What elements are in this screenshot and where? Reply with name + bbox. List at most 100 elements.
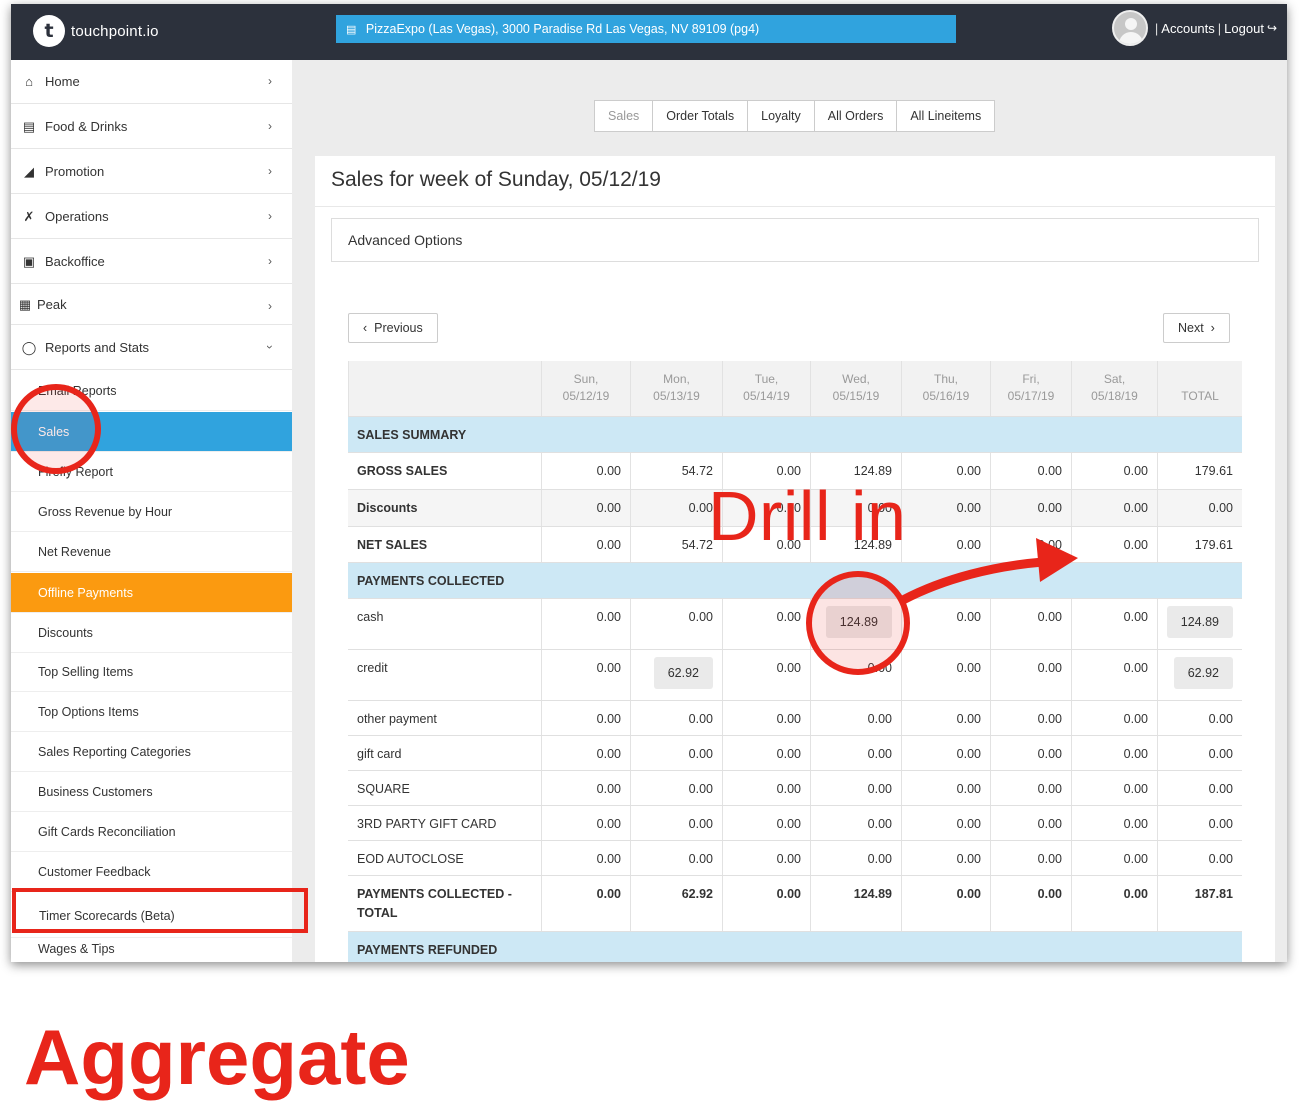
tab-sales[interactable]: Sales: [595, 101, 654, 131]
table-cell: 0.00: [541, 736, 630, 770]
table-cell: 0.00: [541, 599, 630, 649]
table-cell: 62.92: [630, 650, 722, 700]
image-icon: ▦: [18, 296, 32, 312]
table-cell: 0.00: [541, 453, 630, 489]
sidebar-item-food-drinks[interactable]: ▤ Food & Drinks ›: [11, 105, 292, 149]
drill-value-chip[interactable]: 62.92: [653, 657, 713, 689]
table-cell: 0.00: [722, 599, 810, 649]
sidebar-subitem-gift-cards-reconciliation[interactable]: Gift Cards Reconciliation: [11, 812, 292, 852]
sidebar-item-label: Operations: [45, 209, 109, 224]
table-cell: 0.00: [722, 806, 810, 840]
chevron-right-icon: ›: [268, 119, 272, 133]
table-cell: 0.00: [810, 701, 901, 735]
sidebar-item-reports[interactable]: ◯ Reports and Stats ›: [11, 326, 292, 370]
sidebar-subitem-gross-revenue-by-hour[interactable]: Gross Revenue by Hour: [11, 492, 292, 532]
table-cell: 124.89: [1157, 599, 1242, 649]
sidebar-subitem-discounts[interactable]: Discounts: [11, 613, 292, 653]
table-cell: 0.00: [990, 650, 1071, 700]
table-cell: 0.00: [810, 806, 901, 840]
sidebar-item-peak[interactable]: ▦ Peak ›: [11, 285, 292, 325]
report-tabs: Sales Order Totals Loyalty All Orders Al…: [594, 100, 996, 132]
logout-icon[interactable]: ↪: [1267, 21, 1277, 35]
table-cell: 0.00: [541, 490, 630, 526]
table-cell: 0.00: [722, 841, 810, 875]
section-label: SALES SUMMARY: [357, 428, 467, 442]
drill-value-chip[interactable]: 124.89: [1166, 606, 1233, 638]
sidebar-subitem-timer-scorecards[interactable]: Timer Scorecards (Beta): [11, 894, 292, 938]
sidebar-item-promotion[interactable]: ◢ Promotion ›: [11, 150, 292, 194]
table-cell: 0.00: [722, 701, 810, 735]
table-cell: 0.00: [901, 599, 990, 649]
table-cell: 0.00: [990, 490, 1071, 526]
tab-loyalty[interactable]: Loyalty: [748, 101, 815, 131]
location-selector[interactable]: ▤ PizzaExpo (Las Vegas), 3000 Paradise R…: [336, 15, 956, 43]
avatar[interactable]: [1111, 10, 1148, 46]
advanced-options-toggle[interactable]: Advanced Options: [331, 218, 1259, 262]
header-day: Wed,: [842, 372, 870, 386]
table-cell: 0.00: [541, 841, 630, 875]
drill-value-chip[interactable]: 62.92: [1173, 657, 1233, 689]
header-date: 05/12/19: [562, 389, 610, 403]
row-label: gift card: [357, 747, 402, 761]
sidebar-subitem-sales-reporting-categories[interactable]: Sales Reporting Categories: [11, 732, 292, 772]
sidebar-subitem-top-options-items[interactable]: Top Options Items: [11, 692, 292, 732]
header-day: Tue,: [754, 372, 779, 386]
header-date: 05/16/19: [922, 389, 970, 403]
header-day: Fri,: [1022, 372, 1040, 386]
sidebar-subitem-net-revenue[interactable]: Net Revenue: [11, 532, 292, 572]
table-cell: 0.00: [630, 771, 722, 805]
table-cell: 0.00: [901, 650, 990, 700]
header-day: Mon,: [663, 372, 690, 386]
logo[interactable]: t touchpoint.io: [33, 15, 159, 47]
drill-in-annotation: Drill in: [708, 477, 907, 555]
sidebar-subitem-email-reports[interactable]: Email Reports: [11, 371, 292, 411]
sidebar-item-home[interactable]: ⌂ Home ›: [11, 60, 292, 104]
megaphone-icon: ◢: [24, 163, 34, 179]
tab-all-lineitems[interactable]: All Lineitems: [897, 101, 994, 131]
logout-link[interactable]: Logout: [1224, 21, 1264, 36]
sidebar-item-backoffice[interactable]: ▣ Backoffice ›: [11, 240, 292, 284]
sidebar-subitem-firefly-report[interactable]: Firefly Report: [11, 452, 292, 492]
header-day: Sun,: [573, 372, 599, 386]
table-cell: 0.00: [990, 806, 1071, 840]
table-cell: 0.00: [990, 771, 1071, 805]
divider: |: [1154, 20, 1159, 36]
sidebar-item-label: Home: [45, 74, 80, 89]
tab-order-totals[interactable]: Order Totals: [653, 101, 749, 131]
sidebar-item-operations[interactable]: ✗ Operations ›: [11, 195, 292, 239]
header-day: Thu,: [933, 372, 958, 386]
table-cell: 0.00: [1071, 841, 1157, 875]
section-header-sales-summary: SALES SUMMARY: [348, 417, 1242, 453]
location-text: PizzaExpo (Las Vegas), 3000 Paradise Rd …: [365, 22, 760, 36]
row-label: other payment: [357, 712, 437, 726]
sidebar-subitem-wages-tips[interactable]: Wages & Tips: [11, 937, 292, 962]
next-button[interactable]: Next ›: [1163, 313, 1230, 343]
header-date: 05/14/19: [743, 389, 790, 403]
header-date: 05/15/19: [832, 389, 880, 403]
drill-value-chip[interactable]: 124.89: [825, 606, 892, 638]
table-cell: 0.00: [541, 771, 630, 805]
row-label: SQUARE: [357, 782, 410, 796]
previous-button[interactable]: ‹ Previous: [348, 313, 438, 343]
sidebar-subitem-top-selling-items[interactable]: Top Selling Items: [11, 652, 292, 692]
table-row: 3RD PARTY GIFT CARD 0.00 0.00 0.00 0.00 …: [348, 806, 1242, 841]
accounts-link[interactable]: Accounts: [1161, 21, 1214, 36]
table-header-cell: Wed, 05/15/19: [810, 361, 901, 416]
row-label: 3RD PARTY GIFT CARD: [357, 817, 497, 831]
table-cell: 0.00: [1071, 453, 1157, 489]
table-cell: 0.00: [630, 736, 722, 770]
table-cell: 0.00: [990, 736, 1071, 770]
chevron-right-icon: ›: [268, 74, 272, 88]
table-header-cell: Sat, 05/18/19: [1071, 361, 1157, 416]
table-cell: 0.00: [901, 771, 990, 805]
sidebar-subitem-sales[interactable]: Sales: [11, 412, 292, 452]
table-cell: 0.00: [722, 650, 810, 700]
sidebar-item-label: Reports and Stats: [45, 340, 150, 355]
table-cell: 179.61: [1157, 453, 1242, 489]
table-cell: 0.00: [1157, 490, 1242, 526]
sidebar-subitem-business-customers[interactable]: Business Customers: [11, 772, 292, 812]
sidebar-subitem-customer-feedback[interactable]: Customer Feedback: [11, 852, 292, 892]
sidebar-subitem-offline-payments[interactable]: Offline Payments: [11, 573, 292, 613]
table-cell: 0.00: [901, 806, 990, 840]
tab-all-orders[interactable]: All Orders: [815, 101, 898, 131]
